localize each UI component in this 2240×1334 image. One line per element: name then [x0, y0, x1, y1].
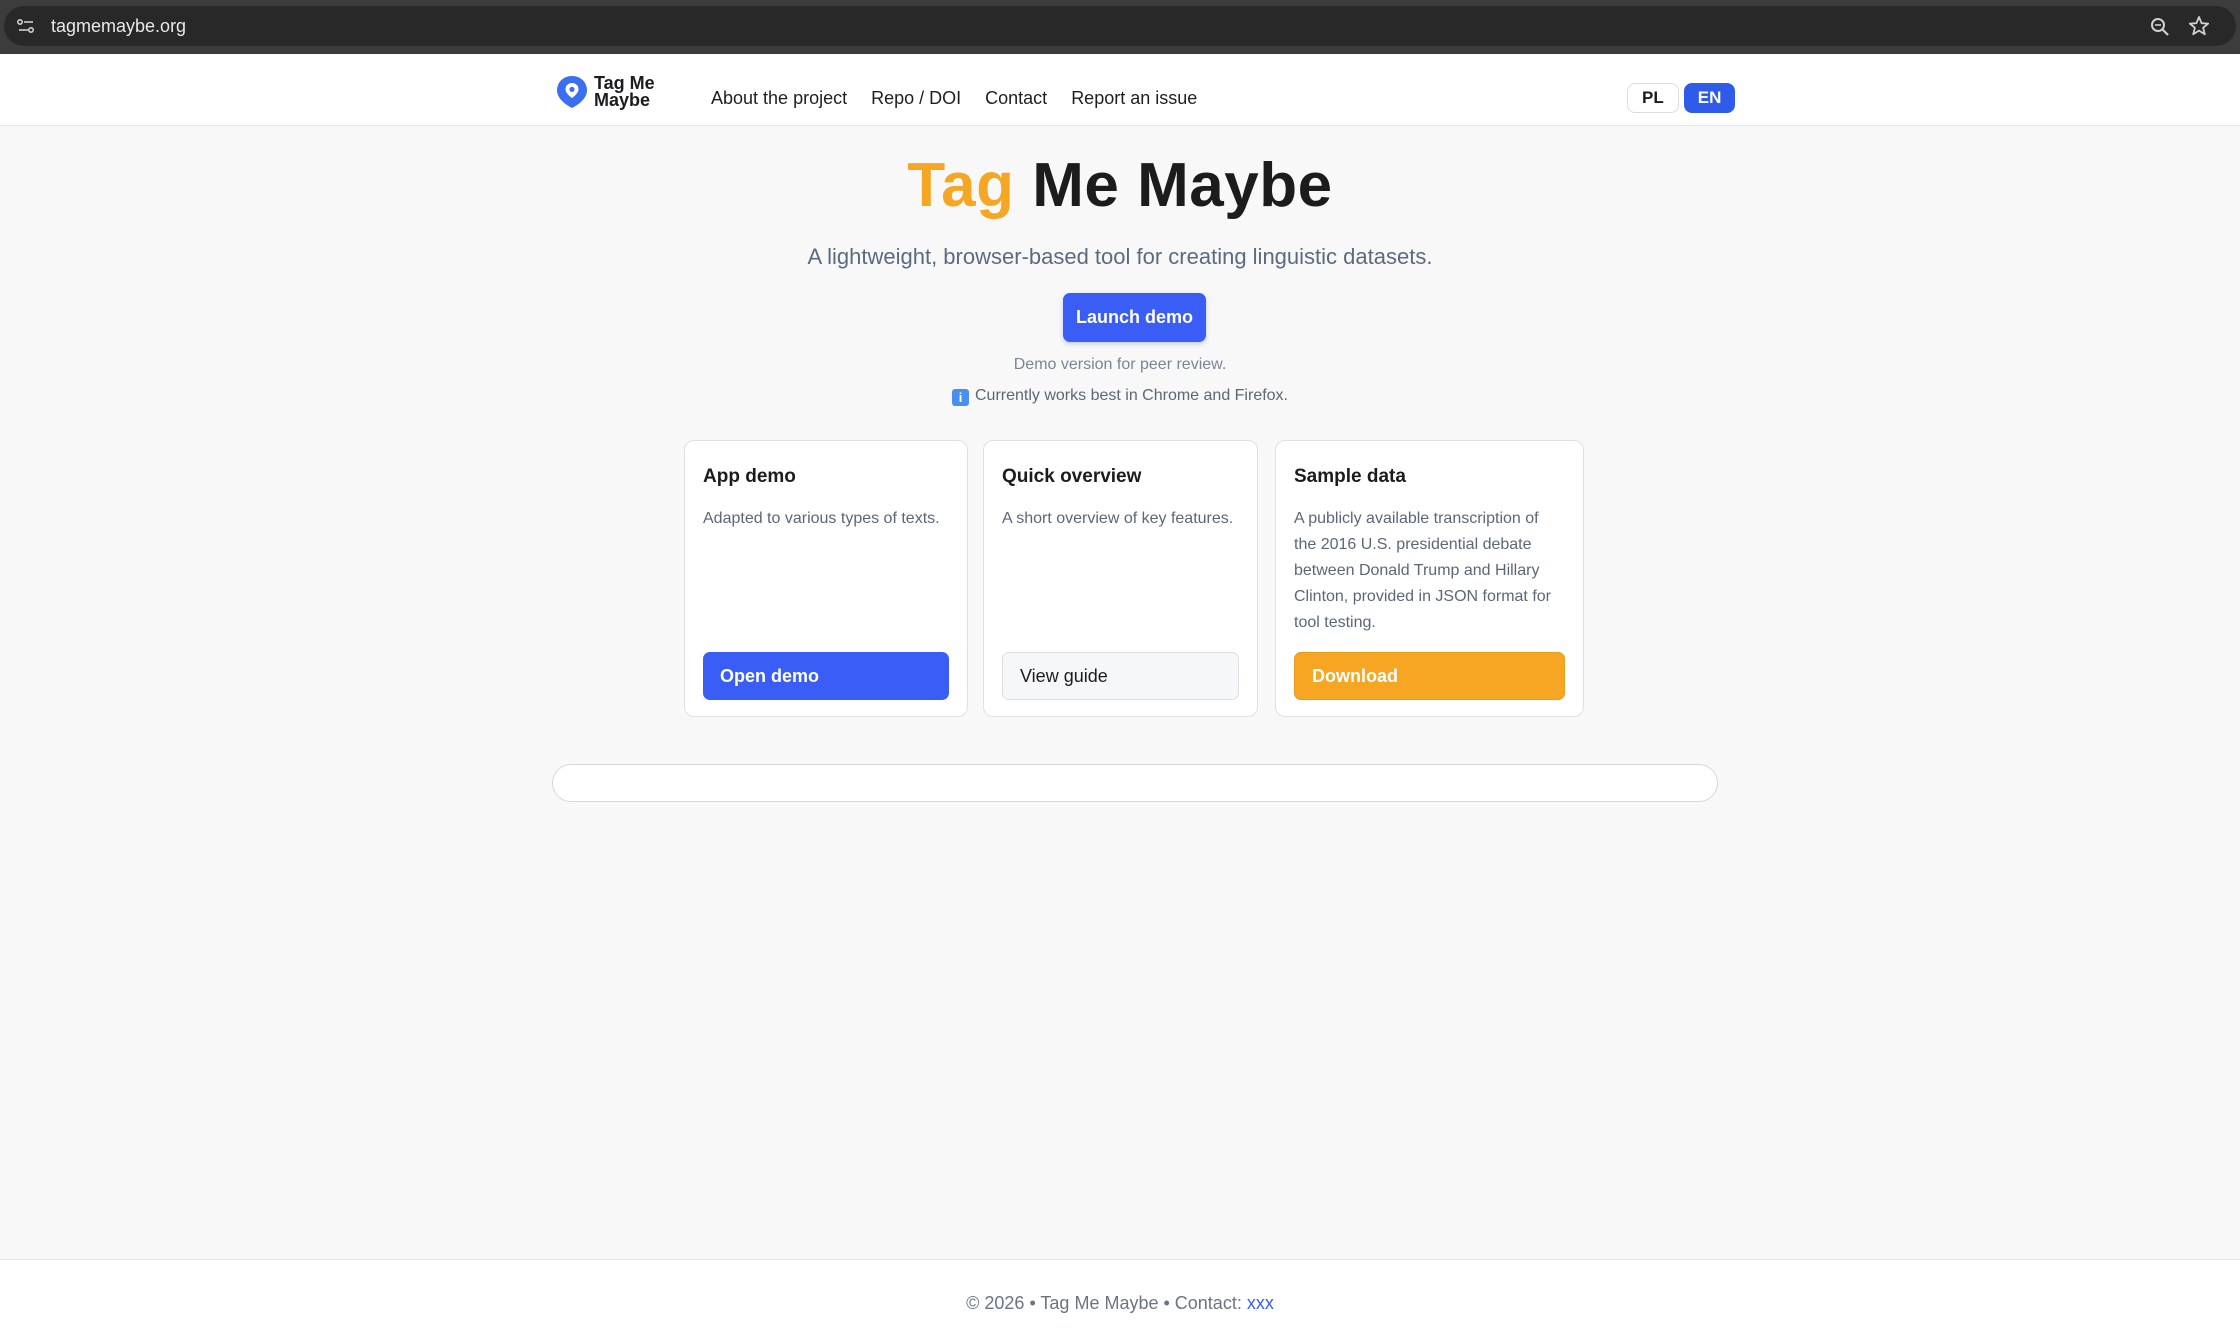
bookmark-star-icon[interactable]	[2188, 15, 2210, 37]
card-title: Sample data	[1294, 466, 1406, 487]
nav-repo-doi[interactable]: Repo / DOI	[871, 88, 961, 109]
nav-about[interactable]: About the project	[711, 88, 847, 109]
location-pin-icon	[557, 76, 587, 108]
footer-text: © 2026 • Tag Me Maybe • Contact: xxx	[0, 1293, 2240, 1314]
card-quick-overview: Quick overview A short overview of key f…	[983, 440, 1258, 717]
site-header: Tag Me Maybe About the project Repo / DO…	[0, 54, 2240, 126]
download-button[interactable]: Download	[1294, 652, 1565, 700]
card-text: A short overview of key features.	[1002, 510, 1234, 527]
logo[interactable]: Tag Me Maybe	[555, 74, 664, 110]
card-sample-data: Sample data A publicly available transcr…	[1275, 440, 1584, 717]
zoom-icon[interactable]	[2149, 16, 2171, 38]
nav-report-issue[interactable]: Report an issue	[1071, 88, 1197, 109]
empty-bar	[552, 764, 1718, 802]
card-text: Adapted to various types of texts.	[703, 510, 940, 527]
footer-contact-link[interactable]: xxx	[1247, 1293, 1274, 1313]
launch-demo-button[interactable]: Launch demo	[1063, 293, 1206, 342]
footer-copyright: © 2026 • Tag Me Maybe • Contact:	[966, 1293, 1242, 1313]
view-guide-button[interactable]: View guide	[1002, 652, 1239, 700]
main-nav: About the project Repo / DOI Contact Rep…	[711, 88, 1221, 109]
subtitle: A lightweight, browser-based tool for cr…	[807, 244, 1433, 269]
peer-review-note: Demo version for peer review.	[1013, 356, 1227, 373]
card-title: Quick overview	[1002, 466, 1142, 487]
lang-pl-button[interactable]: PL	[1627, 83, 1679, 113]
footer: © 2026 • Tag Me Maybe • Contact: xxx	[0, 1259, 2240, 1334]
card-text: A publicly available transcription of th…	[1294, 510, 1551, 631]
url-text[interactable]: tagmemaybe.org	[51, 16, 186, 37]
language-switcher: PL EN	[1627, 83, 1740, 113]
title-accent: Tag	[907, 151, 1015, 220]
browser-note-text: Currently works best in Chrome and Firef…	[975, 387, 1288, 404]
logo-text: Tag Me Maybe	[594, 73, 655, 110]
browser-note: i Currently works best in Chrome and Fire…	[0, 387, 2240, 406]
address-bar[interactable]: tagmemaybe.org	[4, 6, 2236, 46]
lang-en-button[interactable]: EN	[1683, 83, 1736, 113]
card-title: App demo	[703, 466, 796, 487]
open-demo-button[interactable]: Open demo	[703, 652, 949, 700]
site-info-icon[interactable]	[16, 17, 36, 35]
info-icon: i	[952, 389, 969, 406]
title-rest: Me Maybe	[1032, 151, 1333, 220]
browser-toolbar: tagmemaybe.org	[0, 0, 2240, 54]
nav-contact[interactable]: Contact	[985, 88, 1047, 109]
page-title: Tag Me Maybe	[0, 150, 2240, 221]
card-app-demo: App demo Adapted to various types of tex…	[684, 440, 968, 717]
